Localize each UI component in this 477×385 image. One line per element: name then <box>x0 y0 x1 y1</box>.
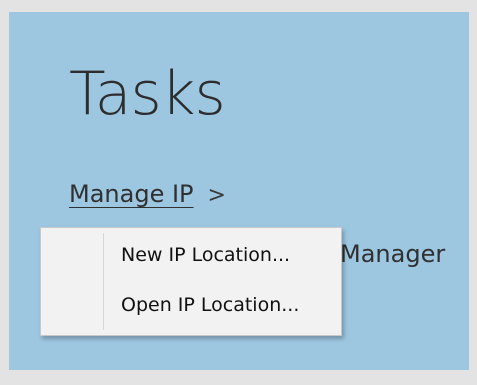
manage-ip-link[interactable]: Manage IP > <box>69 182 226 207</box>
menu-icon-gutter <box>103 233 104 330</box>
open-ip-location-menu-item[interactable]: Open IP Location... <box>121 296 299 315</box>
new-ip-location-menu-item[interactable]: New IP Location... <box>121 246 290 265</box>
manager-label: Manager <box>340 242 446 267</box>
manage-ip-label: Manage IP <box>69 180 194 208</box>
tasks-title: Tasks <box>69 59 226 129</box>
context-menu: New IP Location... Open IP Location... <box>40 227 342 336</box>
chevron-right-icon: > <box>207 183 226 208</box>
